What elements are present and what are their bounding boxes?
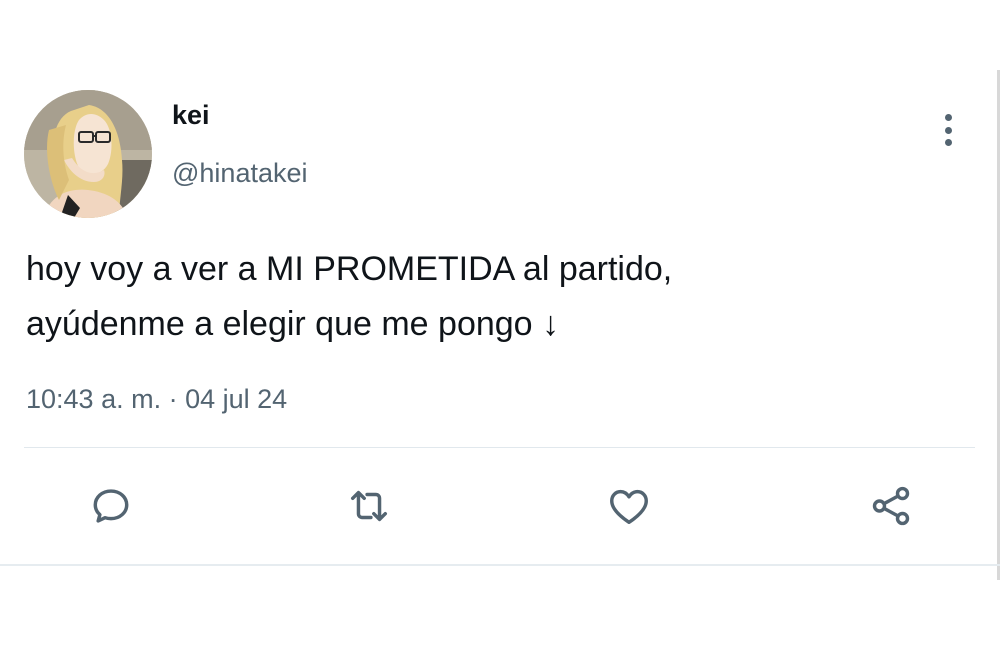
tweet-text: hoy voy a ver a MI PROMETIDA al partido,… [26,242,966,352]
tweet-card: kei @hinatakei hoy voy a ver a MI PROMET… [0,0,1000,650]
share-icon [872,486,910,526]
divider [24,447,975,448]
reply-button[interactable] [86,484,136,528]
heart-icon [610,489,648,525]
retweet-button[interactable] [344,484,394,528]
tweet-text-line: ayúdenme a elegir que me pongo ↓ [26,305,560,343]
reply-icon [93,489,129,523]
avatar[interactable] [24,90,152,218]
retweet-icon [350,490,388,522]
more-options-button[interactable] [930,108,966,152]
like-button[interactable] [604,484,654,528]
display-name[interactable]: kei [172,100,210,131]
tweet-timestamp[interactable]: 10:43 a. m. · 04 jul 24 [26,384,287,415]
share-button[interactable] [866,484,916,528]
tweet-text-line: hoy voy a ver a MI PROMETIDA al partido, [26,250,673,288]
more-vertical-icon-dot [944,126,952,134]
more-vertical-icon-dot [944,139,952,146]
divider [0,564,1000,566]
more-vertical-icon [944,114,952,121]
user-handle[interactable]: @hinatakei [172,158,308,189]
